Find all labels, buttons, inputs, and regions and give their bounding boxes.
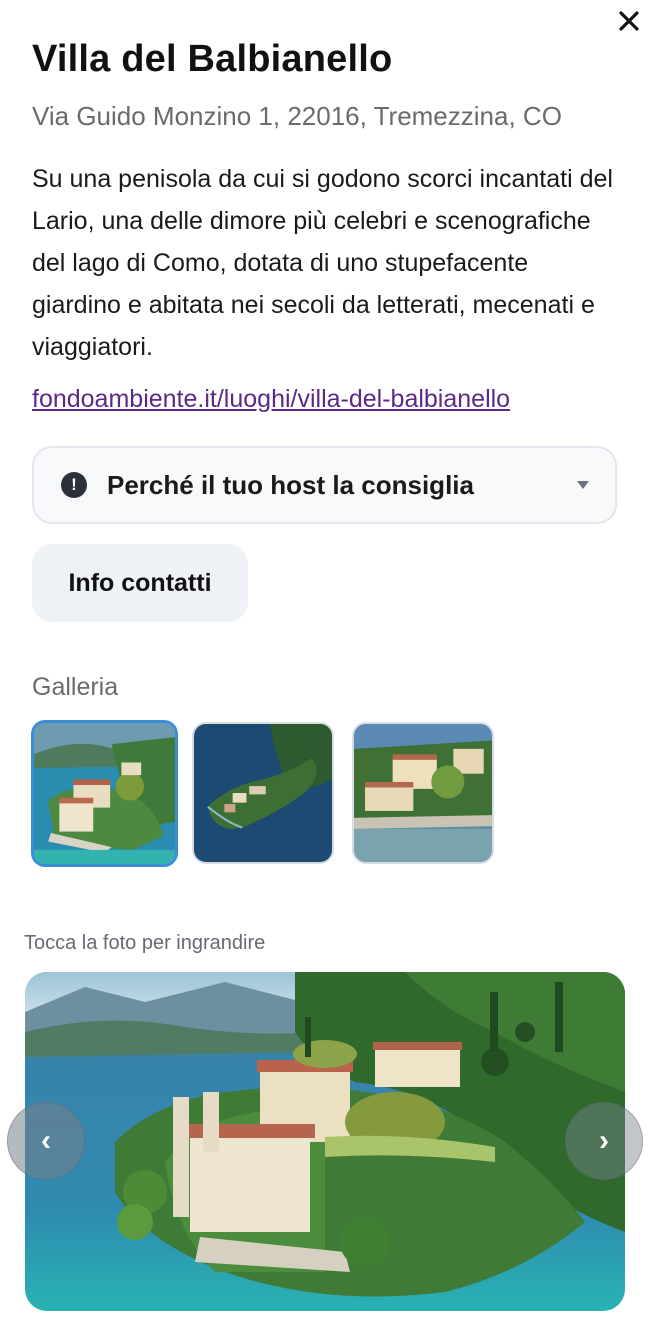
gallery-label: Galleria xyxy=(32,673,119,701)
next-photo-button[interactable]: › xyxy=(565,1102,643,1180)
previous-photo-button[interactable]: ‹ xyxy=(7,1102,85,1180)
chevron-right-icon: › xyxy=(599,1124,609,1157)
villa-aerial-photo-large xyxy=(25,972,625,1311)
close-button[interactable] xyxy=(611,6,647,36)
close-icon xyxy=(619,11,639,31)
host-recommendation-accordion[interactable]: ! Perché il tuo host la consiglia xyxy=(32,446,617,524)
villa-lakeside-photo xyxy=(354,724,492,862)
website-link[interactable]: fondoambiente.it/luoghi/villa-del-balbia… xyxy=(32,385,510,414)
villa-aerial-photo xyxy=(34,723,175,864)
chevron-down-icon xyxy=(577,481,589,489)
zoom-hint-text: Tocca la foto per ingrandire xyxy=(24,932,266,954)
accordion-label: Perché il tuo host la consiglia xyxy=(107,469,474,500)
chevron-left-icon: ‹ xyxy=(41,1124,51,1157)
gallery-thumbnail-1[interactable] xyxy=(31,720,178,867)
info-contacts-button[interactable]: Info contatti xyxy=(32,544,248,622)
exclamation-circle-icon: ! xyxy=(61,472,87,498)
gallery-thumbnail-3[interactable] xyxy=(352,722,494,864)
main-photo[interactable] xyxy=(25,972,625,1311)
page-title: Villa del Balbianello xyxy=(32,38,393,80)
gallery-thumbnail-2[interactable] xyxy=(192,722,334,864)
address-text: Via Guido Monzino 1, 22016, Tremezzina, … xyxy=(32,101,562,131)
description-text: Su una penisola da cui si godono scorci … xyxy=(32,165,613,361)
peninsula-aerial-photo xyxy=(194,724,332,862)
